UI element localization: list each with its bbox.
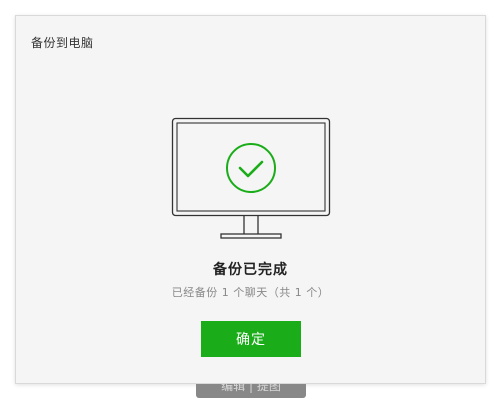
status-detail: 已经备份 1 个聊天（共 1 个） xyxy=(171,286,330,299)
hint-bar[interactable]: 编辑 | 提图 xyxy=(196,384,306,398)
confirm-button[interactable]: 确定 xyxy=(201,321,301,357)
screen: 备份到电脑 备份已完成 已经备份 1 个聊天（共 1 个） 确定 编辑 | 提图 xyxy=(0,0,502,401)
dialog-title: 备份到电脑 xyxy=(31,36,94,50)
backup-dialog: 备份到电脑 备份已完成 已经备份 1 个聊天（共 1 个） 确定 xyxy=(15,15,486,384)
status-title: 备份已完成 xyxy=(213,262,288,278)
check-circle-icon xyxy=(226,143,276,193)
monitor-icon xyxy=(171,117,331,239)
